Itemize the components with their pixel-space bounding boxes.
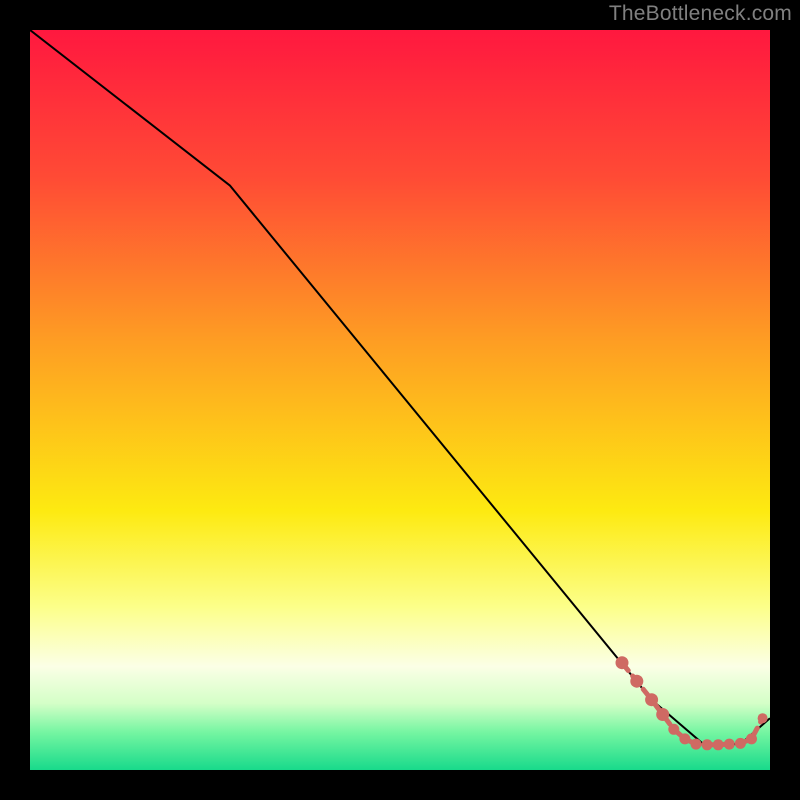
- marker-dot: [656, 708, 669, 721]
- marker-dot: [679, 733, 690, 744]
- gradient-background: [30, 30, 770, 770]
- marker-dot: [691, 739, 702, 750]
- marker-dot: [758, 713, 768, 723]
- chart-stage: TheBottleneck.com: [0, 0, 800, 800]
- chart-svg: [30, 30, 770, 770]
- marker-dot: [630, 675, 643, 688]
- plot-area: [30, 30, 770, 770]
- marker-dot: [645, 693, 658, 706]
- marker-dot: [668, 724, 679, 735]
- marker-dot: [724, 739, 735, 750]
- marker-dot: [616, 656, 629, 669]
- marker-dot: [713, 739, 724, 750]
- marker-dot: [746, 733, 757, 744]
- marker-dot: [735, 738, 746, 749]
- watermark-label: TheBottleneck.com: [609, 2, 792, 26]
- marker-dot: [702, 739, 713, 750]
